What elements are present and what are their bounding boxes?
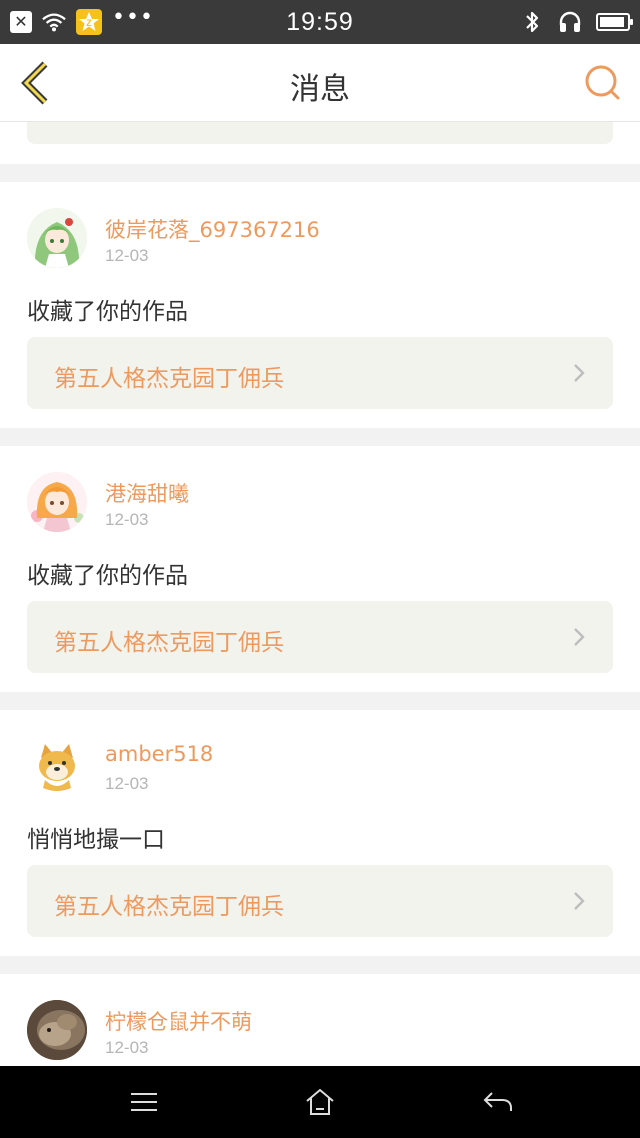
search-icon: [585, 65, 620, 100]
work-link[interactable]: 第五人格杰克园丁佣兵: [27, 337, 613, 409]
green-haired-anime-avatar-icon: [27, 208, 87, 268]
back-nav-button[interactable]: [478, 1084, 518, 1120]
previous-message-card: [0, 122, 640, 164]
headphones-icon: [558, 10, 582, 34]
work-title: 第五人格杰克园丁佣兵: [54, 366, 284, 392]
message-date: 12-03: [105, 774, 149, 793]
page-title: 消息: [290, 72, 350, 107]
username[interactable]: amber518: [105, 742, 213, 766]
message-card: 彼岸花落_697367216 12-03 收藏了你的作品 第五人格杰克园丁佣兵: [0, 182, 640, 428]
search-button[interactable]: [580, 60, 626, 106]
doge-avatar-icon: [27, 736, 87, 796]
back-arrow-icon: [483, 1092, 512, 1111]
message-date: 12-03: [105, 510, 149, 529]
work-link[interactable]: 第五人格杰克园丁佣兵: [27, 865, 613, 937]
user-avatar[interactable]: [27, 208, 87, 268]
work-link[interactable]: 第五人格杰克园丁佣兵: [27, 601, 613, 673]
user-avatar[interactable]: [27, 472, 87, 532]
bluetooth-icon: [520, 10, 544, 34]
username[interactable]: 港海甜曦: [105, 478, 189, 508]
status-right-icons: [520, 8, 633, 36]
chevron-right-icon: [574, 364, 585, 382]
username[interactable]: 柠檬仓鼠并不萌: [105, 1006, 252, 1036]
status-bar: ✕ Z ••• 19:59: [0, 0, 640, 44]
user-avatar[interactable]: [27, 736, 87, 796]
message-date: 12-03: [105, 246, 149, 265]
work-title: 第五人格杰克园丁佣兵: [54, 630, 284, 656]
message-action: 收藏了你的作品: [27, 299, 188, 325]
battery-icon: [596, 13, 633, 31]
message-card: 柠檬仓鼠并不萌 12-03: [0, 974, 640, 1066]
message-action: 悄悄地撮一口: [27, 827, 165, 853]
system-nav-bar: [0, 1066, 640, 1138]
home-icon: [306, 1088, 334, 1115]
message-card: amber518 12-03 悄悄地撮一口 第五人格杰克园丁佣兵: [0, 710, 640, 956]
hamster-photo-avatar-icon: [27, 1000, 87, 1060]
chevron-right-icon: [574, 628, 585, 646]
message-card: 港海甜曦 12-03 收藏了你的作品 第五人格杰克园丁佣兵: [0, 446, 640, 692]
work-title: 第五人格杰克园丁佣兵: [54, 894, 284, 920]
header: 消息: [0, 44, 640, 122]
message-list[interactable]: 彼岸花落_697367216 12-03 收藏了你的作品 第五人格杰克园丁佣兵: [0, 122, 640, 1066]
message-action: 收藏了你的作品: [27, 563, 188, 589]
menu-icon: [131, 1093, 157, 1111]
orange-haired-anime-avatar-icon: [27, 472, 87, 532]
home-button[interactable]: [300, 1084, 340, 1120]
user-avatar[interactable]: [27, 1000, 87, 1060]
username[interactable]: 彼岸花落_697367216: [105, 214, 320, 244]
previous-work-link[interactable]: [27, 122, 613, 144]
chevron-right-icon: [574, 892, 585, 910]
message-date: 12-03: [105, 1038, 149, 1057]
menu-button[interactable]: [124, 1084, 164, 1120]
